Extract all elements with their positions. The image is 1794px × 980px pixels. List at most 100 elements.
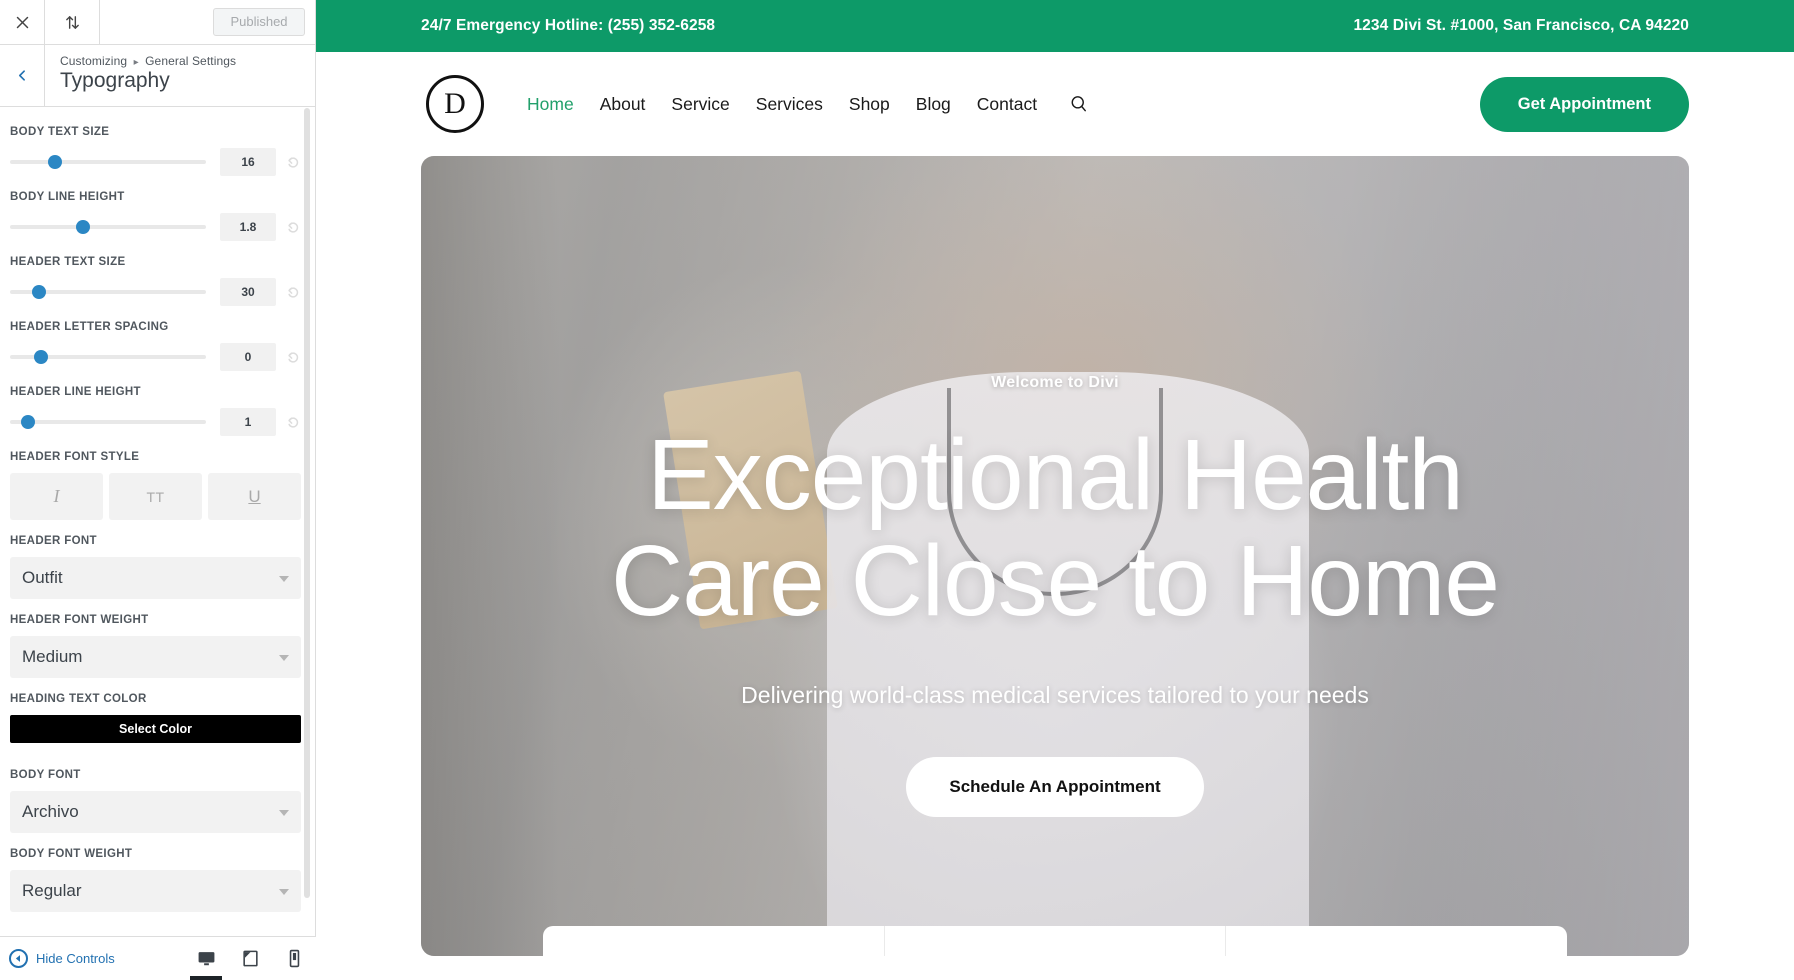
site-preview: 24/7 Emergency Hotline: (255) 352-6258 1… xyxy=(316,0,1794,980)
header-letter-spacing-value[interactable]: 0 xyxy=(220,343,276,371)
control-heading-text-color: HEADING TEXT COLOR Select Color xyxy=(10,693,301,743)
body-font-weight-select[interactable]: Regular xyxy=(10,870,301,912)
customizer-sidebar: Published Customizing ▸ General Settings… xyxy=(0,0,316,980)
control-label: HEADER LETTER SPACING xyxy=(10,321,169,333)
nav-item-services[interactable]: Services xyxy=(756,94,823,115)
panel-titles: Customizing ▸ General Settings Typograph… xyxy=(45,45,315,106)
body-line-height-slider[interactable] xyxy=(10,220,206,234)
control-label: BODY TEXT SIZE xyxy=(10,126,110,138)
chevron-down-icon xyxy=(279,810,289,816)
close-icon[interactable] xyxy=(0,0,45,44)
hero-content: Welcome to Divi Exceptional Health Care … xyxy=(421,156,1689,817)
control-body-font: BODY FONT Archivo xyxy=(10,769,301,833)
header-font-weight-select[interactable]: Medium xyxy=(10,636,301,678)
control-header-letter-spacing: HEADER LETTER SPACING 0 xyxy=(10,321,301,371)
device-preview-buttons xyxy=(184,937,316,980)
collapse-arrow-icon xyxy=(9,949,28,968)
hero-subheading: Delivering world-class medical services … xyxy=(741,682,1369,708)
control-label: HEADER FONT WEIGHT xyxy=(10,614,149,626)
body-text-size-slider[interactable] xyxy=(10,155,206,169)
header-letter-spacing-slider[interactable] xyxy=(10,350,206,364)
scrollbar-thumb[interactable] xyxy=(304,108,310,898)
feature-card-strip xyxy=(543,926,1567,956)
control-header-font-weight: HEADER FONT WEIGHT Medium xyxy=(10,614,301,678)
italic-button[interactable]: I xyxy=(10,473,103,520)
emergency-hotline-text: 24/7 Emergency Hotline: (255) 352-6258 xyxy=(421,17,716,34)
customizer-topbar: Published xyxy=(0,0,315,45)
control-label: BODY FONT xyxy=(10,769,81,781)
control-label: HEADER FONT xyxy=(10,535,97,547)
control-label: HEADER LINE HEIGHT xyxy=(10,386,141,398)
desktop-preview-icon[interactable] xyxy=(184,937,228,980)
body-text-size-value[interactable]: 16 xyxy=(220,148,276,176)
select-color-button[interactable]: Select Color xyxy=(10,715,301,743)
header-font-weight-value: Medium xyxy=(22,647,83,666)
control-label: BODY LINE HEIGHT xyxy=(10,191,125,203)
uppercase-button[interactable]: TT xyxy=(109,473,202,520)
slider-handle[interactable] xyxy=(75,220,90,234)
nav-item-blog[interactable]: Blog xyxy=(916,94,951,115)
back-chevron-icon[interactable] xyxy=(0,45,45,106)
breadcrumb-root[interactable]: Customizing xyxy=(60,54,127,68)
control-header-font: HEADER FONT Outfit xyxy=(10,535,301,599)
slider-handle[interactable] xyxy=(32,285,47,299)
site-announcement-bar: 24/7 Emergency Hotline: (255) 352-6258 1… xyxy=(316,0,1794,52)
site-logo[interactable]: D xyxy=(426,75,484,133)
header-line-height-slider[interactable] xyxy=(10,415,206,429)
publish-button[interactable]: Published xyxy=(213,8,305,36)
panel-header: Customizing ▸ General Settings Typograph… xyxy=(0,45,315,107)
slider-row: 0 xyxy=(10,343,301,371)
control-header-font-style: HEADER FONT STYLE I TT U xyxy=(10,451,301,520)
feature-cell[interactable] xyxy=(1226,926,1567,956)
schedule-appointment-button[interactable]: Schedule An Appointment xyxy=(906,757,1204,817)
hero-section: Welcome to Divi Exceptional Health Care … xyxy=(421,156,1689,956)
address-text: 1234 Divi St. #1000, San Francisco, CA 9… xyxy=(1353,17,1689,34)
control-label: HEADER FONT STYLE xyxy=(10,451,140,463)
body-line-height-value[interactable]: 1.8 xyxy=(220,213,276,241)
breadcrumb: Customizing ▸ General Settings xyxy=(60,54,315,68)
chevron-down-icon xyxy=(279,889,289,895)
hide-controls-button[interactable]: Hide Controls xyxy=(0,949,115,968)
feature-cell[interactable] xyxy=(885,926,1227,956)
breadcrumb-section[interactable]: General Settings xyxy=(145,54,236,68)
nav-item-about[interactable]: About xyxy=(600,94,646,115)
nav-item-contact[interactable]: Contact xyxy=(977,94,1037,115)
page-title: Typography xyxy=(60,69,170,92)
header-text-size-value[interactable]: 30 xyxy=(220,278,276,306)
control-body-line-height: BODY LINE HEIGHT 1.8 xyxy=(10,191,301,241)
body-font-select[interactable]: Archivo xyxy=(10,791,301,833)
nav-item-shop[interactable]: Shop xyxy=(849,94,890,115)
control-header-text-size: HEADER TEXT SIZE 30 xyxy=(10,256,301,306)
get-appointment-button[interactable]: Get Appointment xyxy=(1479,76,1689,132)
search-icon[interactable] xyxy=(1069,94,1089,114)
customizer-app: Published Customizing ▸ General Settings… xyxy=(0,0,1794,980)
slider-row: 30 xyxy=(10,278,301,306)
slider-handle[interactable] xyxy=(48,155,63,169)
sidebar-scrollbar[interactable] xyxy=(304,108,310,936)
body-font-value: Archivo xyxy=(22,802,79,821)
slider-row: 1 xyxy=(10,408,301,436)
hero-heading: Exceptional Health Care Close to Home xyxy=(421,422,1689,634)
tablet-preview-icon[interactable] xyxy=(228,937,272,980)
header-text-size-slider[interactable] xyxy=(10,285,206,299)
header-line-height-value[interactable]: 1 xyxy=(220,408,276,436)
nav-links: Home About Service Services Shop Blog Co… xyxy=(527,94,1089,115)
nav-item-home[interactable]: Home xyxy=(527,94,574,115)
slider-handle[interactable] xyxy=(20,415,35,429)
nav-item-service[interactable]: Service xyxy=(671,94,729,115)
header-font-select[interactable]: Outfit xyxy=(10,557,301,599)
slider-handle[interactable] xyxy=(34,350,49,364)
control-label: HEADER TEXT SIZE xyxy=(10,256,126,268)
slider-row: 1.8 xyxy=(10,213,301,241)
underline-button[interactable]: U xyxy=(208,473,301,520)
hero-heading-line2: Care Close to Home xyxy=(611,525,1500,637)
control-body-text-size: BODY TEXT SIZE 16 xyxy=(10,126,301,176)
font-style-buttons: I TT U xyxy=(10,473,301,520)
hero-eyebrow: Welcome to Divi xyxy=(991,374,1119,391)
customizer-footer: Hide Controls xyxy=(0,936,316,980)
feature-cell[interactable] xyxy=(543,926,885,956)
collapse-toggle-icon[interactable] xyxy=(45,0,100,44)
mobile-preview-icon[interactable] xyxy=(272,937,316,980)
slider-row: 16 xyxy=(10,148,301,176)
